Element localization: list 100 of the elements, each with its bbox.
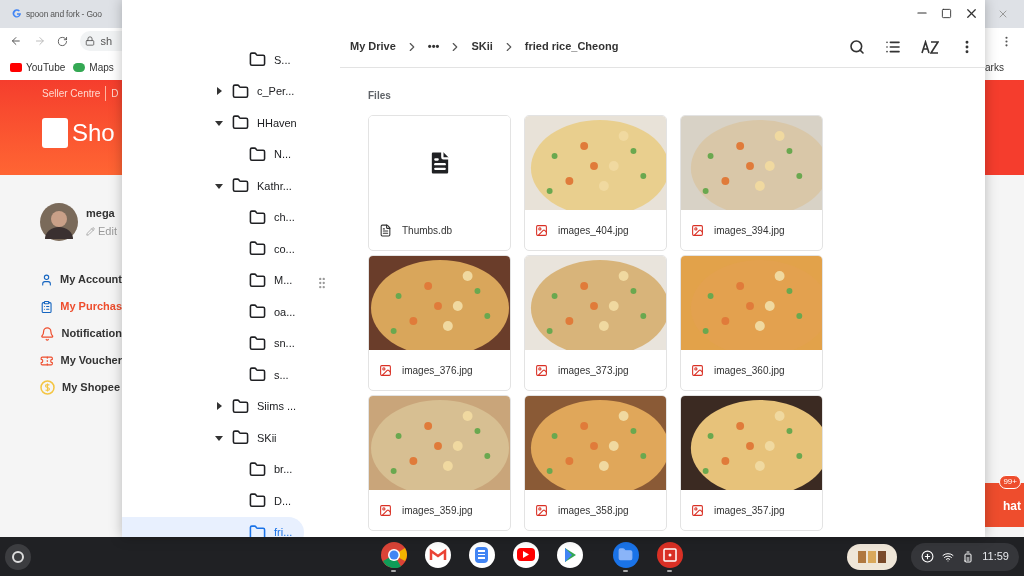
folder-icon (232, 429, 249, 447)
image-file-icon (379, 503, 392, 517)
status-area[interactable]: 11:59 (911, 542, 1019, 571)
store-logo-text: Sho (72, 118, 115, 148)
reload-icon[interactable] (57, 34, 69, 48)
pencil-icon (86, 226, 95, 236)
folder-icon (249, 145, 266, 163)
folder-tree-item[interactable]: Siims ... (122, 390, 304, 422)
file-name: images_358.jpg (558, 503, 629, 518)
file-card[interactable]: Thumbs.db (368, 115, 511, 251)
image-file-icon (691, 223, 704, 237)
folder-tree-item[interactable]: N... (122, 138, 304, 170)
folder-tree-item[interactable]: s... (122, 359, 304, 391)
folder-tree-item[interactable]: sn... (122, 327, 304, 359)
image-file-icon (691, 503, 704, 517)
account-menu-item[interactable]: My Shopee (62, 379, 121, 396)
store-app-icon[interactable] (556, 541, 583, 568)
profile-name: mega (86, 205, 116, 221)
folder-icon (249, 240, 266, 258)
image-file-icon (535, 363, 548, 377)
folder-tree-item[interactable]: M... (122, 264, 304, 296)
file-name: images_404.jpg (558, 223, 629, 238)
expand-arrow-icon[interactable] (215, 87, 223, 96)
folder-tree-item[interactable]: br... (122, 453, 304, 485)
section-title: Files (368, 89, 392, 103)
folder-tree-item[interactable]: S... (122, 44, 304, 76)
folder-tree-item[interactable]: D... (122, 485, 304, 517)
collapse-arrow-icon[interactable] (215, 118, 223, 127)
folder-icon (249, 51, 266, 69)
bookmark-link[interactable]: YouTube (10, 59, 66, 75)
breadcrumb-item[interactable]: fried rice_Cheong (524, 38, 619, 55)
sort-icon[interactable] (921, 39, 939, 54)
search-icon[interactable] (849, 38, 865, 55)
breadcrumb-item[interactable]: ••• (427, 38, 440, 55)
browser-app-icon[interactable] (380, 541, 407, 568)
image-file-icon (535, 223, 548, 237)
battery-icon (962, 550, 975, 563)
add-icon (921, 550, 935, 563)
file-name: images_376.jpg (402, 363, 473, 378)
folder-tree-item[interactable]: ch... (122, 201, 304, 233)
folder-icon (249, 208, 266, 226)
file-card[interactable]: images_394.jpg (680, 115, 823, 251)
files-app-icon[interactable] (612, 541, 639, 568)
account-menu-item[interactable]: My Voucher (60, 352, 122, 369)
collapse-arrow-icon[interactable] (215, 433, 223, 442)
tray-thumbnail[interactable] (847, 543, 898, 570)
bell-icon (40, 325, 55, 342)
account-menu-item[interactable]: My Account (60, 271, 122, 288)
folder-icon (249, 492, 266, 510)
coin-icon (40, 380, 55, 395)
folder-icon (249, 271, 266, 289)
image-file-icon (535, 503, 548, 517)
person-icon (40, 271, 54, 288)
file-card[interactable]: images_359.jpg (368, 395, 511, 531)
image-file-icon (379, 363, 392, 377)
file-name: images_394.jpg (714, 223, 785, 238)
file-card[interactable]: images_360.jpg (680, 255, 823, 391)
folder-icon (249, 334, 266, 352)
address-bar[interactable]: sh (80, 31, 122, 51)
file-name: images_360.jpg (714, 363, 785, 378)
wifi-icon (942, 550, 955, 563)
avatar (40, 203, 78, 241)
account-menu-item[interactable]: Notification (61, 325, 122, 342)
file-card[interactable]: images_357.jpg (680, 395, 823, 531)
file-name: images_359.jpg (402, 503, 473, 518)
search-engine-icon (12, 9, 22, 19)
collapse-arrow-icon[interactable] (215, 181, 223, 190)
folder-tree-item[interactable]: c_Per... (122, 75, 304, 107)
folder-icon (232, 177, 249, 195)
file-card[interactable]: images_373.jpg (524, 255, 667, 391)
clipboard-icon (40, 298, 54, 315)
breadcrumb-item[interactable]: My Drive (350, 38, 396, 55)
back-icon[interactable] (10, 34, 22, 48)
folder-icon (232, 397, 249, 415)
folder-icon (232, 82, 249, 100)
folder-icon (249, 366, 266, 384)
docs-app-icon[interactable] (468, 541, 495, 568)
folder-icon (232, 114, 249, 132)
video-app-icon[interactable] (512, 541, 539, 568)
maximize-icon[interactable] (941, 7, 952, 19)
folder-tree-item[interactable]: Kathr... (122, 170, 304, 202)
mail-app-icon[interactable] (424, 541, 451, 568)
bookmark-link[interactable]: Maps (73, 59, 114, 75)
launcher-button[interactable] (5, 543, 31, 570)
folder-tree-item[interactable]: fri... (122, 516, 304, 537)
file-card[interactable]: images_358.jpg (524, 395, 667, 531)
file-card[interactable]: images_376.jpg (368, 255, 511, 391)
folder-tree-item[interactable]: co... (122, 233, 304, 265)
folder-tree-item[interactable]: oa... (122, 296, 304, 328)
expand-arrow-icon[interactable] (215, 402, 223, 411)
folder-icon (249, 303, 266, 321)
breadcrumb-item[interactable]: SKii (471, 38, 493, 55)
screenshot-app-icon[interactable] (656, 541, 683, 568)
folder-icon (249, 460, 266, 478)
folder-tree-item[interactable]: HHaven (122, 107, 304, 139)
image-file-icon (691, 363, 704, 377)
file-name: images_357.jpg (714, 503, 785, 518)
folder-tree-item[interactable]: SKii (122, 422, 304, 454)
file-name: Thumbs.db (402, 223, 453, 238)
file-card[interactable]: images_404.jpg (524, 115, 667, 251)
